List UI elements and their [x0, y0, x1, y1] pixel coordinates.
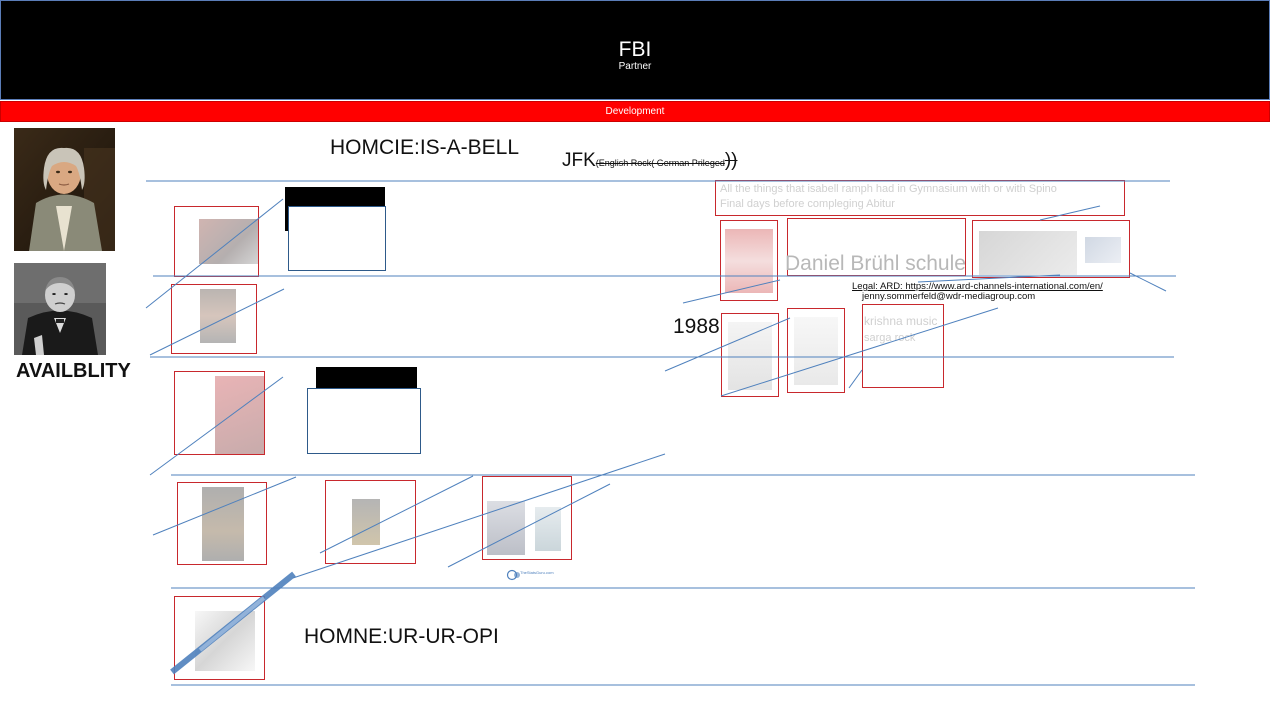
connector-line — [682, 279, 781, 304]
connector-line — [447, 483, 611, 568]
connector-line — [720, 307, 999, 397]
connector-line — [319, 475, 474, 554]
connector-line — [664, 317, 791, 372]
connector-lines — [145, 180, 1195, 686]
connector-line — [848, 369, 863, 389]
connector-line — [1039, 205, 1101, 221]
connector-line — [145, 198, 284, 309]
connector-line — [152, 476, 297, 536]
thick-connector-highlight — [198, 596, 266, 652]
connector-line — [149, 288, 285, 356]
connector-line — [149, 376, 284, 476]
connector-line — [292, 453, 666, 579]
